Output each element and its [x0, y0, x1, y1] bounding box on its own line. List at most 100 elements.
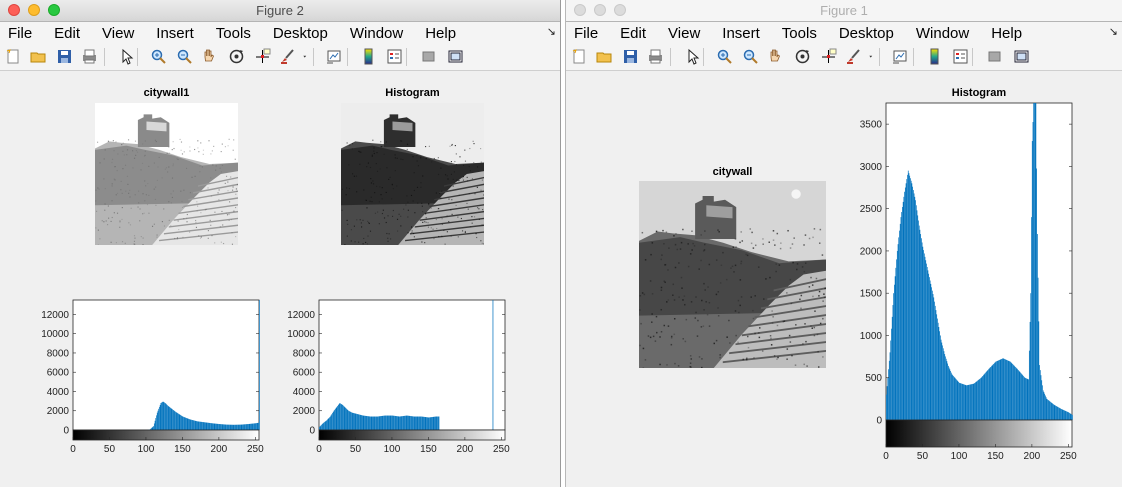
menu-window[interactable]: Window [350, 25, 403, 42]
menu-file[interactable]: File [8, 25, 32, 42]
histogram-bin [356, 414, 358, 430]
print-icon[interactable] [81, 48, 98, 65]
histogram-bin [199, 421, 201, 430]
histogram-bin [197, 421, 198, 430]
histogram-bin [193, 420, 195, 430]
figure-1-window[interactable]: Figure 1 File Edit View Insert Tools Des… [565, 0, 1122, 487]
minimize-window-button[interactable] [28, 4, 40, 16]
histogram-bin [367, 416, 368, 430]
y-tick-label: 0 [309, 426, 315, 437]
histogram-bin [364, 415, 366, 430]
zoom-out-icon[interactable] [742, 48, 759, 65]
menu-view[interactable]: View [102, 25, 134, 42]
menu-tools[interactable]: Tools [216, 25, 251, 42]
menu-view[interactable]: View [668, 25, 700, 42]
histogram-bin [168, 406, 170, 430]
menu-file[interactable]: File [574, 25, 598, 42]
brush-icon[interactable] [279, 48, 296, 65]
histogram-bin [386, 415, 387, 430]
histogram-bin [247, 424, 249, 430]
link-plot-icon[interactable] [892, 48, 909, 65]
figure-2-window[interactable]: Figure 2 File Edit View Insert Tools Des… [0, 0, 561, 487]
window-titlebar[interactable]: Figure 2 [0, 0, 560, 22]
histogram-bin [383, 415, 384, 430]
open-file-icon[interactable] [596, 48, 613, 65]
window-titlebar[interactable]: Figure 1 [566, 0, 1122, 22]
histogram-bin [961, 383, 963, 420]
minimize-window-button[interactable] [594, 4, 606, 16]
brush-dropdown-icon[interactable] [301, 48, 309, 65]
histogram-bin [383, 415, 385, 430]
zoom-in-icon[interactable] [716, 48, 733, 65]
insert-legend-icon[interactable] [386, 48, 403, 65]
dock-arrow-icon[interactable]: ↘ [547, 25, 556, 38]
histogram-bin [947, 363, 948, 420]
toolbar-separator [347, 48, 348, 66]
show-plot-tools-icon[interactable] [1013, 48, 1030, 65]
zoom-window-button[interactable] [48, 4, 60, 16]
close-window-button[interactable] [8, 4, 20, 16]
save-icon[interactable] [622, 48, 639, 65]
histogram-bin [232, 424, 234, 430]
menu-desktop[interactable]: Desktop [839, 25, 894, 42]
histogram-bin [429, 417, 430, 430]
histogram-bin [1050, 402, 1052, 420]
brush-icon[interactable] [845, 48, 862, 65]
histogram-bin [928, 273, 930, 420]
menu-window[interactable]: Window [916, 25, 969, 42]
show-plot-tools-icon[interactable] [447, 48, 464, 65]
hide-plot-tools-icon[interactable] [420, 48, 437, 65]
menu-help[interactable]: Help [425, 25, 456, 42]
histogram-bin [918, 220, 919, 420]
zoom-out-icon[interactable] [176, 48, 193, 65]
histogram-bin [886, 386, 888, 420]
histogram-bin [379, 416, 381, 430]
histogram-bin [251, 423, 253, 430]
pointer-icon[interactable] [684, 48, 701, 65]
histogram-bin [907, 170, 909, 420]
new-figure-icon[interactable] [5, 48, 22, 65]
data-cursor-icon[interactable] [254, 48, 271, 65]
pan-hand-icon[interactable] [767, 48, 784, 65]
dock-arrow-icon[interactable]: ↘ [1109, 25, 1118, 38]
pointer-icon[interactable] [118, 48, 135, 65]
menu-desktop[interactable]: Desktop [273, 25, 328, 42]
brush-dropdown-icon[interactable] [867, 48, 875, 65]
histogram-bin [929, 280, 931, 420]
histogram-bin [407, 415, 408, 430]
histogram-bin [948, 367, 950, 420]
data-cursor-icon[interactable] [820, 48, 837, 65]
print-icon[interactable] [647, 48, 664, 65]
menu-tools[interactable]: Tools [782, 25, 817, 42]
histogram-bin [224, 424, 226, 430]
histogram-bin [375, 416, 377, 430]
histogram-bin [344, 407, 346, 430]
insert-colorbar-icon[interactable] [926, 48, 943, 65]
hide-plot-tools-icon[interactable] [986, 48, 1003, 65]
insert-legend-icon[interactable] [952, 48, 969, 65]
histogram-bin [335, 407, 337, 430]
histogram-bin [964, 384, 966, 420]
menu-edit[interactable]: Edit [54, 25, 80, 42]
menu-insert[interactable]: Insert [156, 25, 194, 42]
histogram-bin [348, 411, 350, 430]
histogram-bin [972, 383, 974, 420]
menu-help[interactable]: Help [991, 25, 1022, 42]
new-figure-icon[interactable] [571, 48, 588, 65]
zoom-in-icon[interactable] [150, 48, 167, 65]
pan-hand-icon[interactable] [201, 48, 218, 65]
close-window-button[interactable] [574, 4, 586, 16]
link-plot-icon[interactable] [326, 48, 343, 65]
save-icon[interactable] [56, 48, 73, 65]
menu-insert[interactable]: Insert [722, 25, 760, 42]
histogram-bin [953, 376, 954, 420]
open-file-icon[interactable] [30, 48, 47, 65]
insert-colorbar-icon[interactable] [360, 48, 377, 65]
histogram-bin [971, 384, 973, 420]
histogram-bin [425, 417, 427, 430]
menu-edit[interactable]: Edit [620, 25, 646, 42]
zoom-window-button[interactable] [614, 4, 626, 16]
rotate-3d-icon[interactable] [228, 48, 245, 65]
rotate-3d-icon[interactable] [794, 48, 811, 65]
histogram-bin [331, 414, 333, 430]
